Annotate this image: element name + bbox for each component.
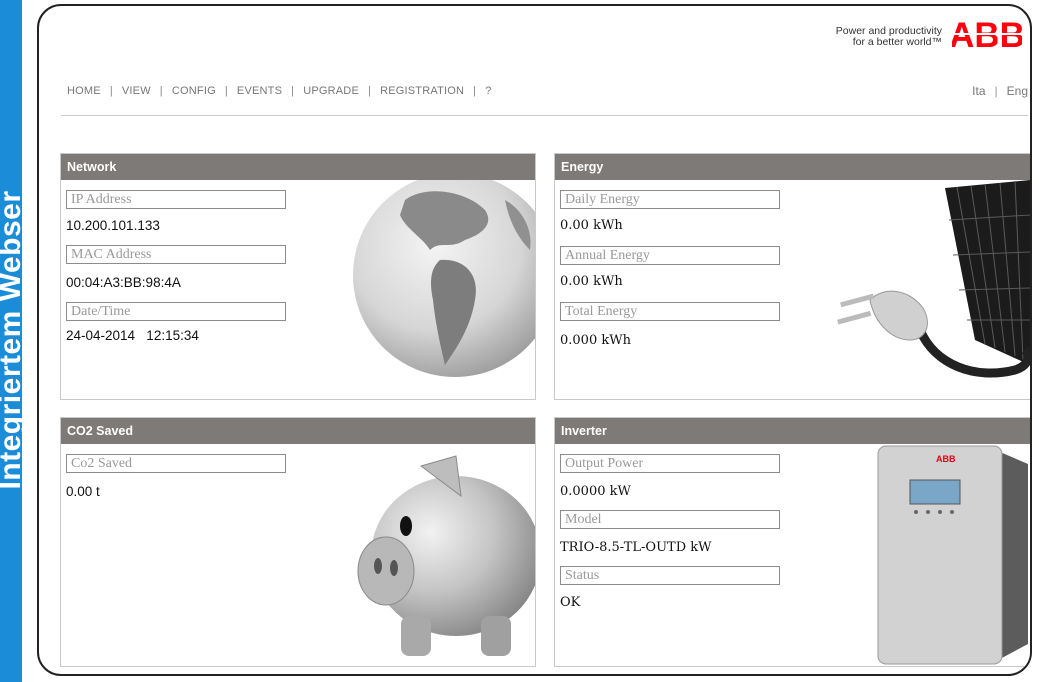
nav-help[interactable]: ? [485,85,491,97]
tagline-line-2: for a better world™ [852,36,942,48]
webserver-frame: Power and productivity for a better worl… [37,4,1032,676]
brand-header: Power and productivity for a better worl… [836,16,1022,52]
mac-address-value: 00:04:A3:BB:98:4A [66,275,181,290]
network-panel: Network IP Address 10.200.101.133 MAC Ad… [60,153,536,400]
header-divider [61,115,1028,116]
output-power-value: 0.0000 kW [560,484,631,499]
nav-upgrade[interactable]: UPGRADE [303,85,359,97]
model-value: TRIO-8.5-TL-OUTD kW [560,540,712,555]
total-energy-label: Total Energy [560,302,780,321]
datetime-label: Date/Time [66,302,286,321]
inverter-panel: Inverter ABB Output Power 0.0000 kW Mode… [554,417,1030,667]
daily-energy-value: 0.00 kWh [560,218,623,233]
lang-ita[interactable]: Ita [972,84,985,98]
svg-text:ABB: ABB [936,454,956,464]
annual-energy-label: Annual Energy [560,246,780,265]
co2-panel-title: CO2 Saved [61,418,535,444]
inverter-device-illustration: ABB [877,445,1028,665]
piggy-bank-illustration [357,455,535,656]
mac-address-label: MAC Address [66,245,286,264]
solar-panel-plug-illustration [837,180,1030,378]
co2-saved-value: 0.00 t [66,484,100,499]
network-panel-title: Network [61,154,535,180]
brand-tagline: Power and productivity for a better worl… [836,26,942,48]
datetime-value: 24-04-2014 12:15:34 [66,328,199,343]
model-label: Model [560,510,780,529]
language-switch: Ita | Eng [972,84,1028,98]
nav-events[interactable]: EVENTS [237,85,282,97]
nav-view[interactable]: VIEW [122,85,151,97]
nav-home[interactable]: HOME [67,85,101,97]
ip-address-value: 10.200.101.133 [66,218,160,233]
ip-address-label: IP Address [66,190,286,209]
nav-registration[interactable]: REGISTRATION [380,85,464,97]
nav-config[interactable]: CONFIG [172,85,216,97]
output-power-label: Output Power [560,454,780,473]
globe-illustration [353,180,535,377]
lang-eng[interactable]: Eng [1007,84,1028,98]
status-label: Status [560,566,780,585]
total-energy-value: 0.000 kWh [560,333,631,348]
annual-energy-value: 0.00 kWh [560,274,623,289]
energy-panel-title: Energy [555,154,1030,180]
abb-logo: ABB [952,16,1022,52]
energy-panel: Energy Daily Energy 0.00 kWh Annual Ener… [554,153,1030,400]
inverter-panel-title: Inverter [555,418,1030,444]
daily-energy-label: Daily Energy [560,190,780,209]
status-value: OK [560,595,581,610]
co2-panel: CO2 Saved Co2 Saved 0.00 t [60,417,536,667]
main-nav: HOME | VIEW | CONFIG | EVENTS | UPGRADE | REGISTRA… [67,85,492,97]
side-banner: Integriertem Webser [0,0,22,682]
co2-saved-label: Co2 Saved [66,454,286,473]
side-banner-text: Integriertem Webser [0,190,22,490]
